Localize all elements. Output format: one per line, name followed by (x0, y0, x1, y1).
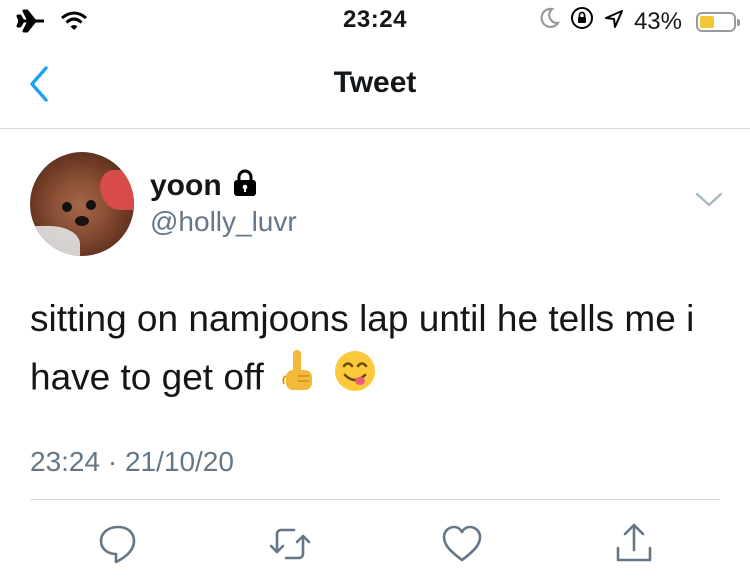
lock-icon (232, 168, 258, 203)
reply-button[interactable] (96, 522, 140, 566)
battery-nub (737, 18, 740, 26)
divider (30, 499, 720, 500)
chevron-down-icon (695, 192, 723, 207)
like-icon (442, 525, 482, 562)
page-title: Tweet (333, 66, 417, 99)
share-icon (616, 523, 652, 562)
battery-icon (696, 11, 740, 32)
reply-icon (99, 525, 136, 564)
avatar[interactable] (30, 152, 134, 256)
retweet-button[interactable] (268, 522, 312, 566)
yum-face-emoji (334, 350, 376, 409)
battery-percent: 43% (633, 7, 682, 35)
author-name-row[interactable]: yoon (150, 168, 258, 203)
orientation-lock-icon (570, 6, 594, 37)
status-bar: 23:24 43% (0, 0, 750, 40)
handle[interactable]: @holly_luvr (150, 206, 297, 238)
like-button[interactable] (440, 522, 484, 566)
tweet-timestamp: 23:24 · 21/10/20 (30, 446, 234, 477)
share-button[interactable] (612, 522, 656, 566)
battery-fill (700, 15, 714, 28)
display-name: yoon (150, 168, 222, 202)
tweet-text: sitting on namjoons lap until he tells m… (30, 290, 730, 411)
moon-icon (540, 7, 561, 36)
location-icon (604, 8, 624, 36)
status-bar-right: 43% (540, 6, 740, 37)
pointing-up-emoji (278, 348, 318, 411)
more-options-button[interactable] (694, 190, 724, 210)
retweet-icon (269, 528, 311, 560)
nav-bar: Tweet (0, 40, 750, 129)
